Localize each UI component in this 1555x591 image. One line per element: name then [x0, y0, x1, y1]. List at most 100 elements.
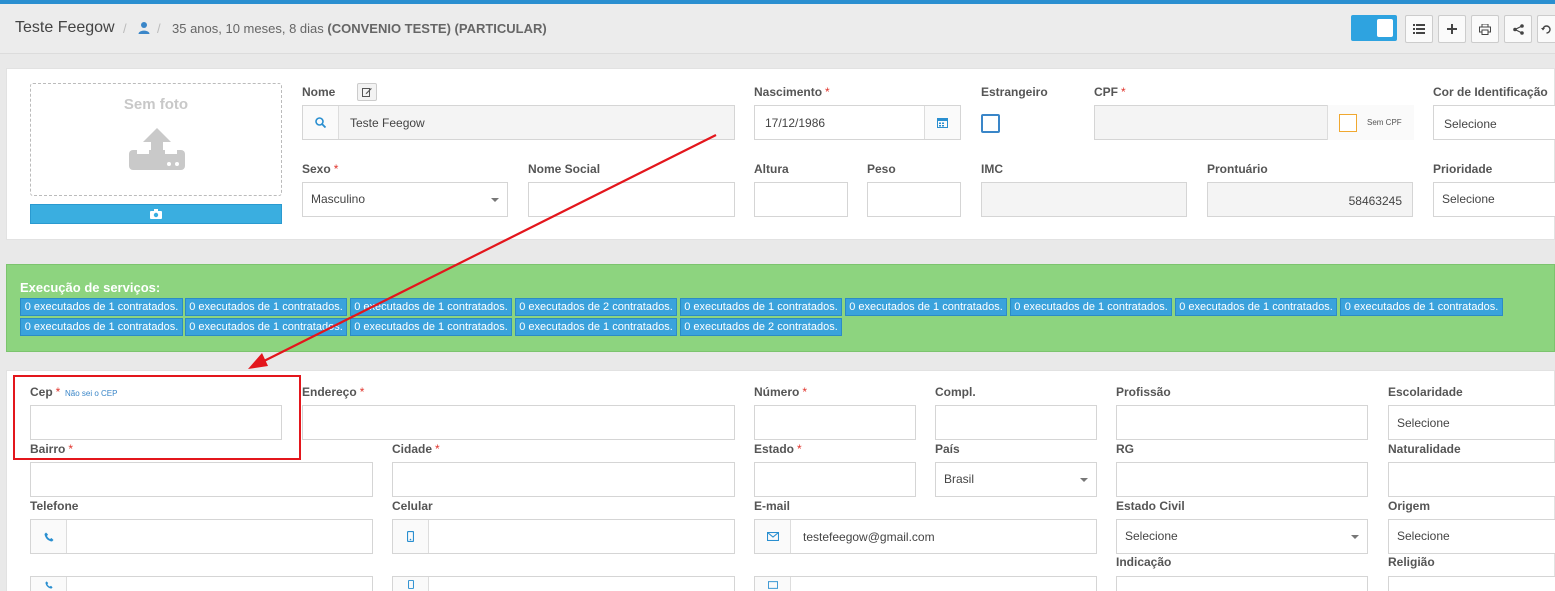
cidade-label-text: Cidade	[392, 442, 433, 456]
cor-label: Cor de Identificação	[1433, 85, 1548, 99]
share-icon	[1512, 23, 1524, 35]
sexo-label: Sexo *	[302, 162, 338, 176]
list-button[interactable]	[1405, 15, 1433, 43]
calendar-icon	[937, 118, 948, 128]
service-chip[interactable]: 0 executados de 1 contratados.	[20, 318, 183, 336]
print-button[interactable]	[1471, 15, 1499, 43]
nome-input[interactable]: Teste Feegow	[302, 105, 735, 140]
prioridade-label: Prioridade	[1433, 162, 1493, 176]
envelope-icon	[767, 580, 778, 589]
email-addon	[755, 520, 791, 553]
service-chip[interactable]: 0 executados de 2 contratados.	[515, 298, 677, 316]
sexo-select[interactable]: Masculino	[302, 182, 508, 217]
service-chip[interactable]: 0 executados de 1 contratados.	[185, 318, 347, 336]
cor-value: Selecione	[1444, 117, 1497, 131]
take-photo-button[interactable]	[30, 204, 282, 224]
email-input[interactable]: testefeegow@gmail.com	[754, 519, 1097, 554]
origem-select[interactable]: Selecione	[1388, 519, 1555, 554]
escolaridade-select[interactable]: Selecione	[1388, 405, 1555, 440]
service-chip[interactable]: 0 executados de 1 contratados.	[185, 298, 347, 316]
telefone-label: Telefone	[30, 499, 79, 513]
endereco-input[interactable]	[302, 405, 735, 440]
required-mark: *	[333, 162, 339, 176]
service-chip[interactable]: 0 executados de 1 contratados.	[1340, 298, 1503, 316]
rg-input[interactable]	[1116, 462, 1368, 497]
indicacao-input[interactable]	[1116, 576, 1368, 591]
numero-label: Número *	[754, 385, 807, 399]
estrangeiro-label: Estrangeiro	[981, 85, 1048, 99]
escolaridade-value: Selecione	[1397, 416, 1450, 430]
service-chip[interactable]: 0 executados de 1 contratados.	[20, 298, 183, 316]
required-mark: *	[435, 442, 440, 456]
extra-mobile-addon	[393, 577, 429, 591]
nascimento-label: Nascimento *	[754, 85, 830, 99]
edit-name-button[interactable]	[357, 83, 377, 101]
email-label: E-mail	[754, 499, 791, 513]
estrangeiro-checkbox[interactable]	[981, 114, 1000, 133]
estado-civil-label: Estado Civil	[1116, 499, 1185, 513]
cor-select[interactable]: Selecione	[1433, 105, 1555, 140]
envelope-icon	[766, 532, 779, 541]
nome-search-addon[interactable]	[303, 106, 339, 139]
bairro-input[interactable]	[30, 462, 373, 497]
estado-civil-select[interactable]: Selecione	[1116, 519, 1368, 554]
share-button[interactable]	[1504, 15, 1532, 43]
peso-input[interactable]	[867, 182, 961, 217]
service-chip[interactable]: 0 executados de 1 contratados.	[350, 318, 512, 336]
patient-age: 35 anos, 10 meses, 8 dias	[172, 21, 324, 36]
service-chip[interactable]: 0 executados de 2 contratados.	[680, 318, 842, 336]
imc-input	[981, 182, 1187, 217]
prontuario-value: 58463245	[1348, 194, 1402, 208]
history-button[interactable]	[1537, 15, 1555, 43]
sem-cpf-toggle[interactable]: Sem CPF	[1327, 105, 1414, 140]
services-title: Execução de serviços:	[20, 280, 161, 295]
nome-label: Nome	[302, 85, 336, 99]
naturalidade-input[interactable]	[1388, 462, 1555, 497]
prontuario-input[interactable]: 58463245	[1207, 182, 1413, 217]
extra-phone-input[interactable]	[30, 576, 373, 591]
photo-dropzone[interactable]: Sem foto	[30, 83, 282, 196]
nome-social-input[interactable]	[528, 182, 735, 217]
sem-cpf-label: Sem CPF	[1367, 118, 1402, 127]
extra-email-input[interactable]	[754, 576, 1097, 591]
cpf-label: CPF *	[1094, 85, 1126, 99]
estado-input[interactable]	[754, 462, 916, 497]
calendar-addon[interactable]	[924, 106, 960, 139]
required-mark: *	[797, 442, 802, 456]
celular-input[interactable]	[392, 519, 735, 554]
compl-input[interactable]	[935, 405, 1097, 440]
religiao-input[interactable]	[1388, 576, 1555, 591]
service-chip[interactable]: 0 executados de 1 contratados.	[845, 298, 1007, 316]
cidade-input[interactable]	[392, 462, 735, 497]
naturalidade-label: Naturalidade	[1388, 442, 1461, 456]
sem-cpf-checkbox[interactable]	[1339, 114, 1357, 132]
add-button[interactable]	[1438, 15, 1466, 43]
profissao-label: Profissão	[1116, 385, 1171, 399]
user-icon	[138, 22, 150, 34]
altura-input[interactable]	[754, 182, 848, 217]
service-chip[interactable]: 0 executados de 1 contratados.	[1010, 298, 1172, 316]
mobile-icon	[407, 531, 414, 542]
page-header: Teste Feegow / / 35 anos, 10 meses, 8 di…	[0, 4, 1555, 54]
service-chip[interactable]: 0 executados de 1 contratados.	[1175, 298, 1337, 316]
prioridade-select[interactable]: Selecione	[1433, 182, 1555, 217]
numero-input[interactable]	[754, 405, 916, 440]
altura-label: Altura	[754, 162, 789, 176]
pais-select[interactable]: Brasil	[935, 462, 1097, 497]
view-toggle[interactable]	[1351, 15, 1397, 41]
required-mark: *	[1121, 85, 1126, 99]
celular-label: Celular	[392, 499, 433, 513]
extra-email-addon	[755, 577, 791, 591]
cep-highlight-box	[13, 375, 301, 460]
camera-icon	[150, 209, 162, 219]
service-chip[interactable]: 0 executados de 1 contratados.	[350, 298, 512, 316]
profissao-input[interactable]	[1116, 405, 1368, 440]
estado-civil-value: Selecione	[1125, 529, 1178, 543]
service-chip[interactable]: 0 executados de 1 contratados.	[680, 298, 842, 316]
extra-mobile-input[interactable]	[392, 576, 735, 591]
service-chip[interactable]: 0 executados de 1 contratados.	[515, 318, 677, 336]
nascimento-input[interactable]: 17/12/1986	[754, 105, 961, 140]
printer-icon	[1479, 23, 1491, 35]
telefone-input[interactable]	[30, 519, 373, 554]
list-icon	[1413, 24, 1425, 34]
